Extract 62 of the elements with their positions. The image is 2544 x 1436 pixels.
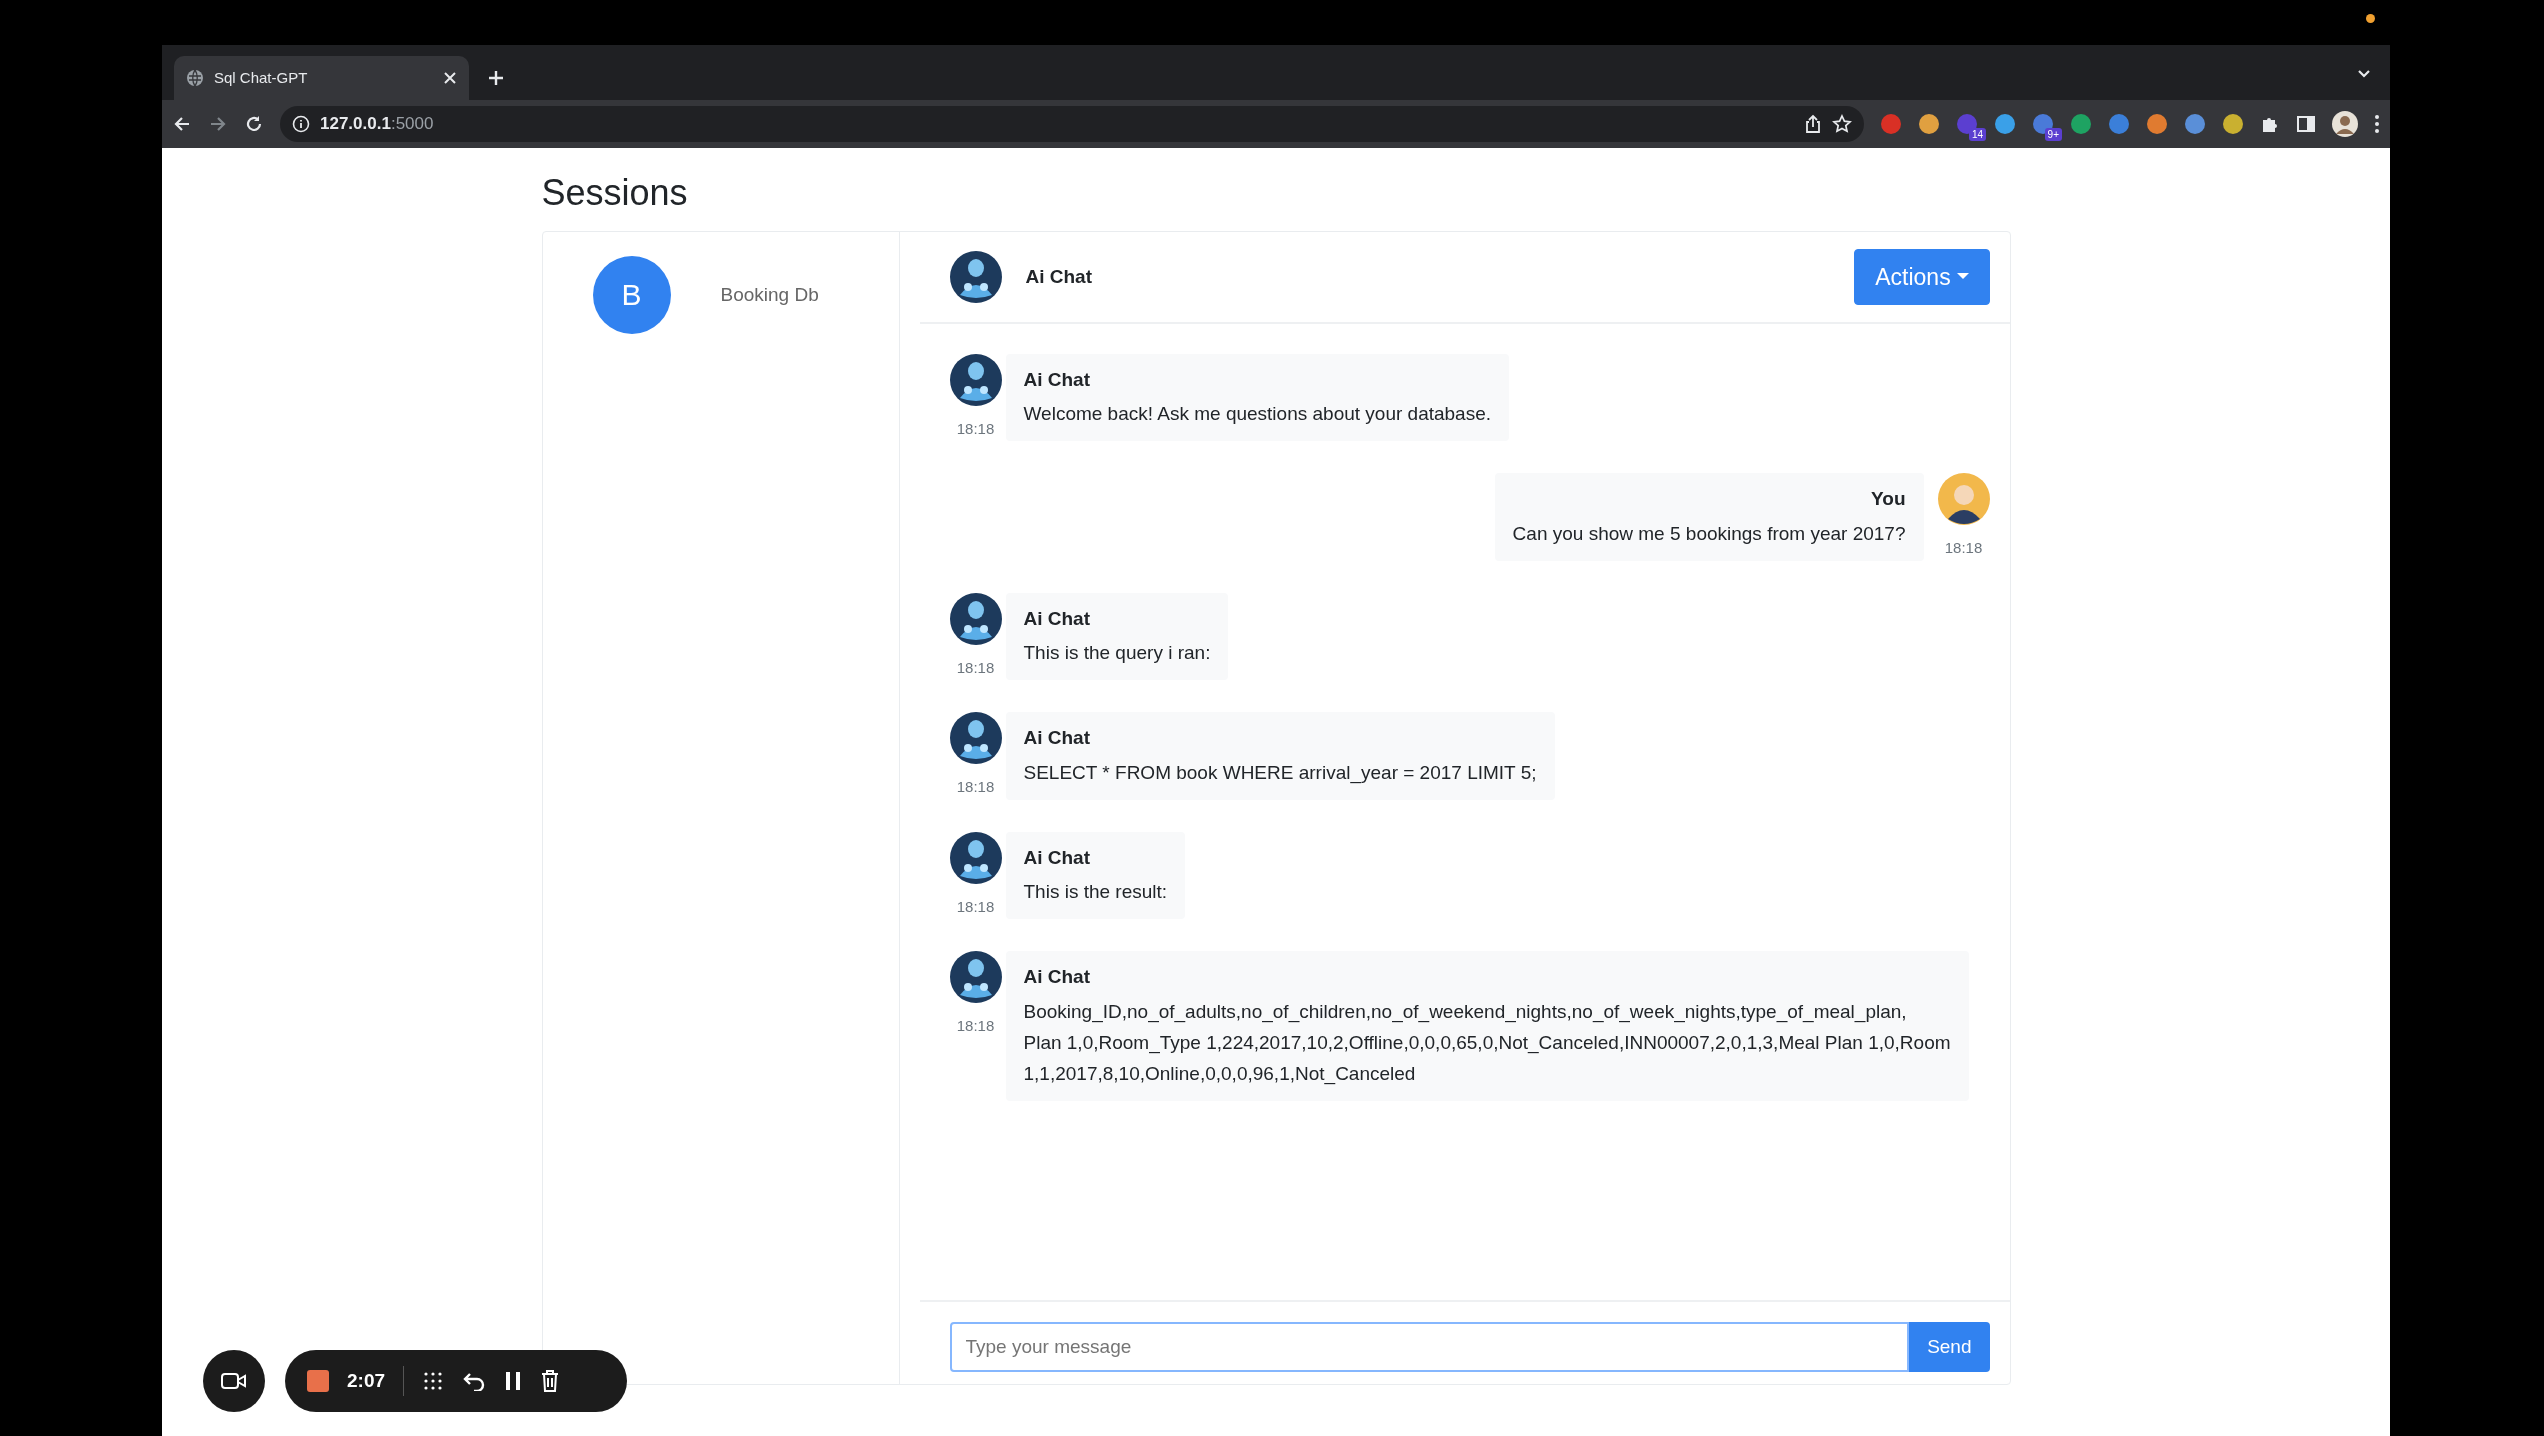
message-text: This is the result: [1023,880,1168,905]
reload-icon[interactable] [244,114,264,134]
robot-avatar-icon [949,831,1002,884]
side-panel-icon[interactable] [2296,114,2316,134]
globe-icon [186,69,204,87]
new-tab-icon[interactable] [487,69,505,87]
message-time: 18:18 [956,657,995,678]
sender-name: Ai Chat [1023,606,1091,631]
chat-title: Ai Chat [1025,264,1093,289]
address-bar[interactable]: 127.0.0.1:5000 [280,106,1864,142]
trash-icon[interactable] [540,1369,561,1393]
pause-icon[interactable] [504,1370,523,1392]
message-time: 18:18 [956,1016,995,1037]
page-title: Sessions [541,171,689,215]
video-camera-icon [221,1371,247,1391]
profile-avatar-icon[interactable] [2332,111,2358,137]
url-text: 127.0.0.1:5000 [320,113,435,136]
extension-icon[interactable] [2184,113,2206,135]
sender-name: Ai Chat [1023,845,1091,870]
menu-icon[interactable] [2374,114,2380,134]
robot-avatar-icon [949,592,1002,645]
actions-button[interactable]: Actions [1854,248,1990,306]
robot-avatar-icon [949,712,1002,765]
session-avatar[interactable]: B [592,255,671,334]
message-text: This is the query i ran: [1023,641,1211,666]
sender-name: You [1870,487,1906,512]
message-time: 18:18 [956,896,995,917]
message-text: Can you show me 5 bookings from year 2017? [1512,521,1906,546]
recording-time: 2:07 [347,1368,386,1393]
robot-avatar-icon [949,951,1002,1004]
extension-icon[interactable] [1880,113,1902,135]
extension-badge: 14 [1968,128,1986,141]
extension-icon[interactable] [2222,113,2244,135]
extension-icon[interactable] [2146,113,2168,135]
send-button[interactable]: Send [1909,1321,1990,1372]
user-avatar-icon [1937,473,1990,526]
share-icon[interactable] [1804,114,1822,134]
message-time: 18:18 [956,418,995,439]
message-text: SELECT * FROM book WHERE arrival_year = 2017 LIMIT 5; [1023,760,1537,786]
extension-badge: 9+ [2044,128,2062,141]
robot-avatar-icon [949,353,1002,406]
extension-icon[interactable] [1994,113,2016,135]
message-time: 18:18 [956,777,995,798]
sender-name: Ai Chat [1023,965,1091,990]
sender-name: Ai Chat [1023,367,1091,392]
star-icon[interactable] [1832,114,1852,134]
tab-title: Sql Chat-GPT [214,67,309,88]
close-icon[interactable] [443,71,457,85]
robot-avatar-icon [949,250,1002,303]
info-icon [292,115,310,133]
extension-icon[interactable] [2108,113,2130,135]
message-text: Welcome back! Ask me questions about your database. [1023,402,1492,427]
extension-icon[interactable] [2070,113,2092,135]
sender-name: Ai Chat [1023,726,1091,751]
message-text: Booking_ID,no_of_adults,no_of_children,no_of_weekend_nights,no_of_week_nights,type_of_meal_plan, Plan 1,0,Room_Type 1,224,2017,10,2,Offline,0,0,0,65,0,Not_Canceled,INN00007,2,0,1,3,Meal Plan 1,0,Room 1,1,2017,8,10,Online,0,0,0,96,1,Not_Canceled [1023,999,1951,1087]
extension-icon[interactable] [1918,113,1940,135]
undo-icon[interactable] [462,1371,487,1391]
browser-tab[interactable]: Sql Chat-GPT [174,56,469,100]
recording-indicator-dot [2366,14,2375,23]
message-input[interactable]: Type your message [949,1321,1910,1372]
session-name[interactable]: Booking Db [720,280,819,310]
message-time: 18:18 [1944,538,1983,559]
